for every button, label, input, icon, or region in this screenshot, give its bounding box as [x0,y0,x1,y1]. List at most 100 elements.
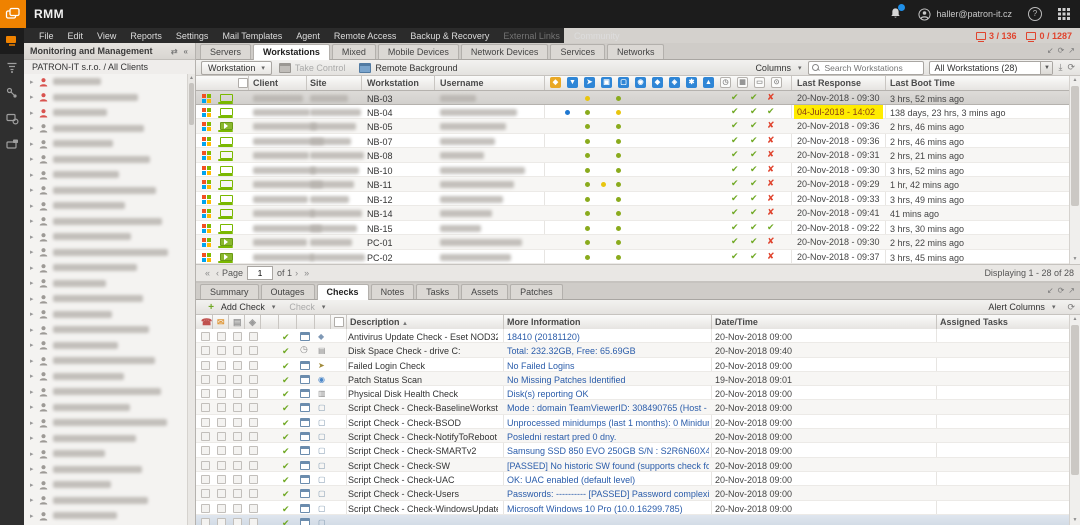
endpoint-shield-column-icon[interactable]: ◈ [669,77,680,88]
workstation-menu-button[interactable]: Workstation [201,61,272,75]
check-more-information[interactable]: Microsoft Windows 10 Pro (10.0.16299.785… [507,504,709,514]
column-workstation[interactable]: Workstation [367,78,419,88]
alert-checkbox[interactable] [201,504,210,513]
help-icon[interactable]: ? [1028,7,1042,21]
backup-column-icon[interactable]: ▼ [567,77,578,88]
take-control-button[interactable]: Take Control [279,63,346,73]
alert-checkbox[interactable] [201,446,210,455]
alert-checkbox[interactable] [201,389,210,398]
check-more-information[interactable]: 18410 (20181120) [507,332,709,342]
scroll-up-icon[interactable]: ▲ [1070,76,1080,85]
menu-agent[interactable]: Agent [289,31,327,41]
expand-caret-icon[interactable]: ▸ [30,202,39,210]
client-tree-item[interactable]: ▸ [24,384,188,400]
alert-checkbox[interactable] [249,332,258,341]
expand-caret-icon[interactable]: ▸ [30,186,39,194]
scroll-up-icon[interactable]: ▲ [188,74,195,82]
client-tree-item[interactable]: ▸ [24,90,188,106]
workstation-row[interactable]: PC-02 ✔✔✘ 20-Nov-2018 - 09:37 3 hrs, 45 … [196,250,1069,265]
alert-checkbox[interactable] [233,475,242,484]
columns-button[interactable]: Columns [755,63,801,73]
client-tree-item[interactable]: ▸ [24,400,188,416]
schedule-column-icon[interactable]: ▦ [737,77,748,88]
column-datetime[interactable]: Date/Time [715,317,758,327]
expand-caret-icon[interactable]: ▸ [30,264,39,272]
alert-checkbox[interactable] [201,418,210,427]
response-clock-column-icon[interactable]: ◷ [720,77,731,88]
workstation-row[interactable]: NB-14 ✔✔✘ 20-Nov-2018 - 09:41 41 mins ag… [196,206,1069,221]
take-control-column-icon[interactable]: ➤ [584,77,595,88]
check-row[interactable]: ✔ ▢ Script Check - Check-NotifyToReboot … [196,429,1069,443]
first-page-icon[interactable]: « [205,268,210,278]
workstation-name[interactable]: NB-15 [367,224,393,234]
alert-checkbox[interactable] [201,375,210,384]
network-discovery-nav-icon[interactable] [0,80,24,106]
column-assigned-tasks[interactable]: Assigned Tasks [940,317,1008,327]
check-description[interactable]: Script Check - Check-BSOD [348,418,498,428]
workstation-name[interactable]: NB-12 [367,195,393,205]
client-tree-item[interactable]: ▸ [24,183,188,199]
check-row[interactable]: ✔ ▢ Script Check - Check-BaselineWorksta… [196,400,1069,414]
client-tree-item[interactable]: ▸ [24,369,188,385]
alert-checkbox[interactable] [249,361,258,370]
workstation-row[interactable]: NB-03 ✔✔✘ 20-Nov-2018 - 09:30 3 hrs, 52 … [196,90,1069,105]
check-more-information[interactable]: Samsung SSD 850 EVO 250GB S/N : S2R6N60X… [507,446,709,456]
menu-file[interactable]: File [32,31,61,41]
check-description[interactable]: Script Check - Check-SW [348,461,498,471]
monitoring-nav-icon[interactable] [0,28,24,54]
check-more-information[interactable]: Disk(s) reporting OK [507,389,709,399]
client-tree-item[interactable]: ▸ [24,307,188,323]
check-more-information[interactable]: No Missing Patches Identified [507,375,709,385]
check-description[interactable]: Script Check - Check-NotifyToReboot [348,432,498,442]
collapse-panel-icon[interactable]: ↙ [1047,46,1054,55]
workstation-name[interactable]: NB-10 [367,166,393,176]
alert-checkbox[interactable] [217,418,226,427]
check-description[interactable]: Script Check - Check-Users [348,489,498,499]
apps-grid-icon[interactable] [1058,8,1070,20]
expand-panel-icon[interactable]: ↗ [1068,286,1075,295]
user-account[interactable]: haller@patron-it.cz [918,8,1012,21]
alert-checkbox[interactable] [217,504,226,513]
workstation-name[interactable]: PC-02 [367,253,393,263]
alert-checkbox[interactable] [201,403,210,412]
scroll-thumb[interactable] [1071,86,1079,206]
refresh-icon[interactable]: ⟳ [1067,302,1075,313]
pager-alert-column-icon[interactable]: ▤ [233,317,242,328]
alert-checkbox[interactable] [201,489,210,498]
column-username[interactable]: Username [440,78,484,88]
expand-caret-icon[interactable]: ▸ [30,171,39,179]
check-more-information[interactable]: Passwords: ---------- [PASSED] Password … [507,489,709,499]
check-more-information[interactable]: OK: UAC enabled (default level) [507,475,709,485]
tab-assets[interactable]: Assets [461,284,508,299]
security-shield-column-icon[interactable]: ◆ [652,77,663,88]
menu-backup-recovery[interactable]: Backup & Recovery [403,31,496,41]
tab-network-devices[interactable]: Network Devices [461,44,549,59]
remote-console-nav-icon[interactable] [0,132,24,158]
expand-caret-icon[interactable]: ▸ [30,124,39,132]
check-description[interactable]: Disk Space Check - drive C: [348,346,498,356]
client-tree-item[interactable]: ▸ [24,431,188,447]
alert-checkbox[interactable] [249,418,258,427]
alert-checkbox[interactable] [217,403,226,412]
client-tree-item[interactable]: ▸ [24,291,188,307]
sidebar-collapse-icon[interactable]: « [181,47,191,56]
alert-checkbox[interactable] [201,475,210,484]
alert-columns-button[interactable]: Alert Columns [988,302,1055,312]
tab-checks[interactable]: Checks [317,284,369,300]
next-page-icon[interactable]: › [295,268,298,278]
scroll-up-icon[interactable]: ▲ [1070,315,1080,324]
expand-caret-icon[interactable]: ▸ [30,233,39,241]
expand-caret-icon[interactable]: ▸ [30,512,39,520]
menu-view[interactable]: View [90,31,123,41]
workstation-name[interactable]: PC-01 [367,238,393,248]
alert-checkbox[interactable] [249,446,258,455]
alert-checkbox[interactable] [233,489,242,498]
tab-summary[interactable]: Summary [200,284,259,299]
check-row[interactable]: ✔ ▢ Script Check - Check-SW [PASSED] No … [196,458,1069,472]
filter-nav-icon[interactable] [0,54,24,80]
alert-checkbox[interactable] [249,346,258,355]
check-description[interactable]: Script Check - Check-WindowsUpdates [348,504,498,514]
tab-outages[interactable]: Outages [261,284,315,299]
alert-checkbox[interactable] [217,375,226,384]
check-description[interactable]: Patch Status Scan [348,375,498,385]
